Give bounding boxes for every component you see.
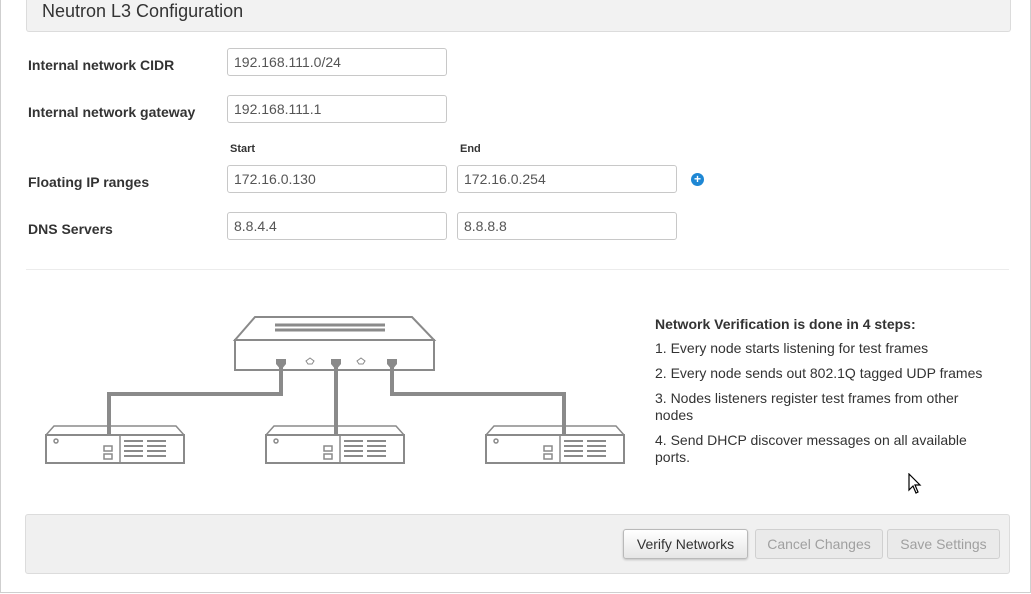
footer-toolbar: Verify Networks Cancel Changes Save Sett… — [25, 514, 1010, 574]
verification-steps: Network Verification is done in 4 steps:… — [655, 316, 985, 474]
verification-step: 3. Nodes listeners register test frames … — [655, 390, 959, 423]
verify-networks-button[interactable]: Verify Networks — [623, 529, 748, 559]
plus-circle-icon[interactable]: + — [691, 173, 704, 186]
section-title: Neutron L3 Configuration — [42, 1, 244, 21]
network-diagram-illustration — [45, 316, 625, 464]
internal-cidr-label: Internal network CIDR — [28, 57, 175, 73]
verification-step: 2. Every node sends out 802.1Q tagged UD… — [655, 365, 983, 381]
floating-end-label: End — [460, 143, 481, 155]
cancel-changes-button[interactable]: Cancel Changes — [755, 529, 883, 559]
internal-cidr-input[interactable] — [227, 48, 447, 76]
section-header: Neutron L3 Configuration — [26, 0, 1011, 32]
floating-start-label: Start — [230, 143, 256, 155]
internal-gateway-input[interactable] — [227, 95, 447, 123]
floating-ip-end-input[interactable] — [457, 165, 677, 193]
floating-ip-label: Floating IP ranges — [28, 174, 150, 190]
floating-ip-start-input[interactable] — [227, 165, 447, 193]
internal-gateway-label: Internal network gateway — [28, 104, 196, 120]
divider — [26, 269, 1009, 270]
dns-label: DNS Servers — [28, 221, 113, 237]
dns-server-2-input[interactable] — [457, 212, 677, 240]
dns-server-1-input[interactable] — [227, 212, 447, 240]
save-settings-button[interactable]: Save Settings — [887, 529, 1000, 559]
mouse-cursor-icon — [908, 473, 922, 494]
verification-title: Network Verification is done in 4 steps: — [655, 316, 916, 332]
verification-step: 4. Send DHCP discover messages on all av… — [655, 432, 967, 465]
page-frame — [0, 0, 1031, 593]
verification-step: 1. Every node starts listening for test … — [655, 340, 929, 356]
